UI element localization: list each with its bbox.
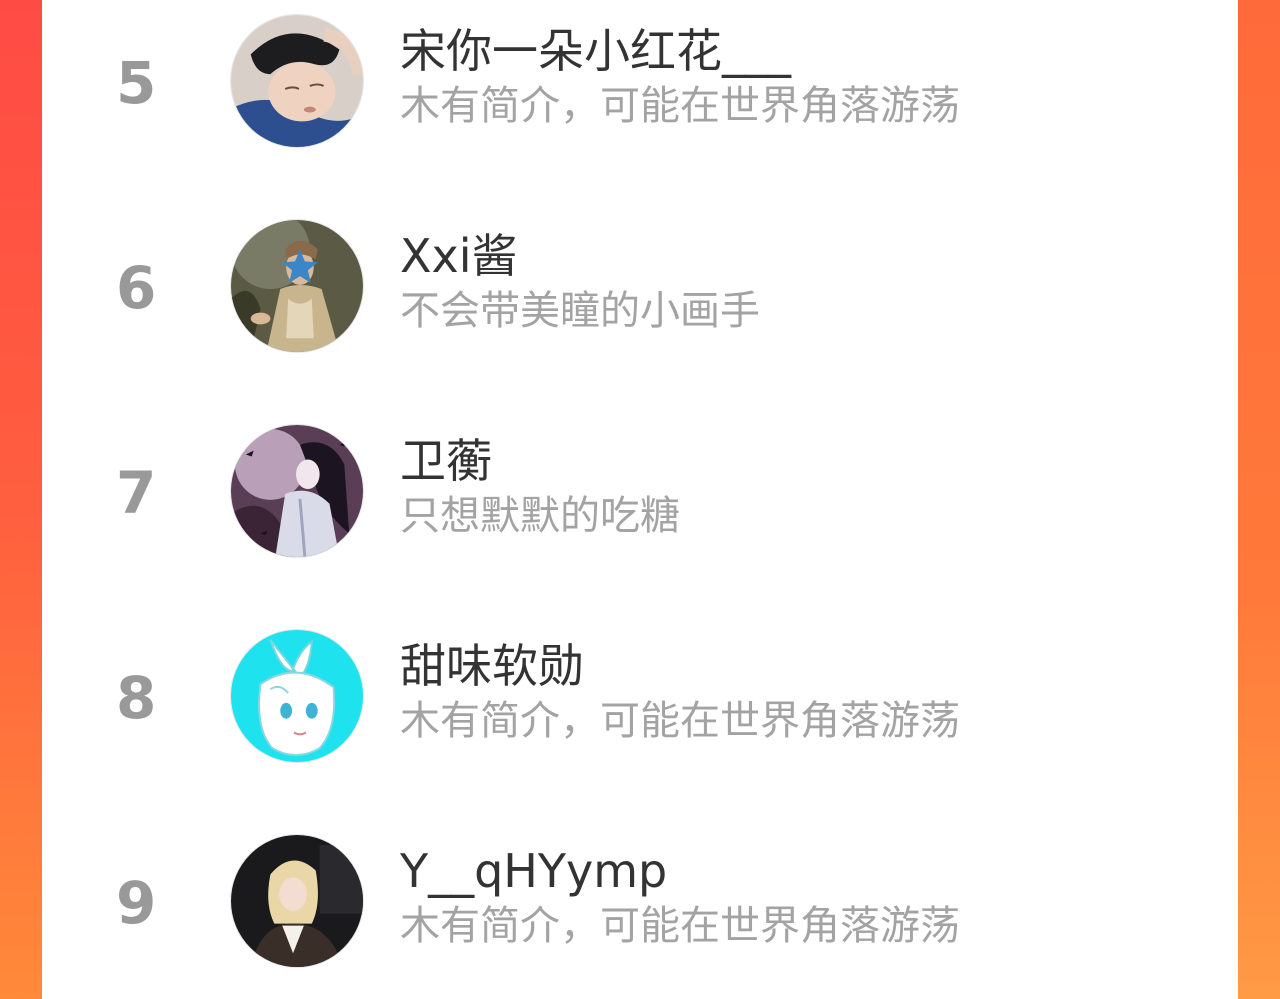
user-bio: 木有简介，可能在世界角落游荡 bbox=[400, 698, 960, 744]
user-name: 卫蘅 bbox=[400, 434, 492, 488]
user-bio: 木有简介，可能在世界角落游荡 bbox=[400, 903, 960, 949]
user-avatar[interactable] bbox=[230, 834, 364, 968]
anime-ancient-costume-man-icon bbox=[231, 425, 363, 557]
ranking-row[interactable]: 7 卫蘅 只想默默的吃糖 bbox=[42, 410, 1238, 615]
rank-number: 8 bbox=[116, 664, 157, 732]
user-avatar[interactable] bbox=[230, 424, 364, 558]
user-avatar[interactable] bbox=[230, 219, 364, 353]
painting-portrait-star-mask-icon bbox=[231, 220, 363, 352]
rank-number: 7 bbox=[116, 459, 157, 527]
ranking-list: 5 宋你一朵小红花___ 木有简介，可能在世界角落游荡 6 Xxi酱 不会带美瞳… bbox=[42, 0, 1238, 999]
user-name: 宋你一朵小红花___ bbox=[400, 24, 791, 78]
background-right-edge bbox=[1238, 0, 1280, 999]
blonde-girl-photo-icon bbox=[231, 835, 363, 967]
user-name: Xxi酱 bbox=[400, 229, 518, 283]
user-bio: 木有简介，可能在世界角落游荡 bbox=[400, 83, 960, 129]
anime-girl-bow-cyan-icon bbox=[231, 630, 363, 762]
user-name: 甜味软勋 bbox=[400, 639, 584, 693]
rank-number: 6 bbox=[116, 254, 157, 322]
ranking-row[interactable]: 9 Y__qHYymp 木有简介，可能在世界角落游荡 bbox=[42, 820, 1238, 999]
user-avatar[interactable] bbox=[230, 629, 364, 763]
user-avatar[interactable] bbox=[230, 14, 364, 148]
user-bio: 只想默默的吃糖 bbox=[400, 493, 680, 539]
user-name: Y__qHYymp bbox=[400, 844, 668, 898]
rank-number: 5 bbox=[116, 49, 157, 117]
ranking-row[interactable]: 8 甜味软勋 木有简介，可能在世界角落游荡 bbox=[42, 615, 1238, 820]
sleeping-boy-photo-icon bbox=[231, 15, 363, 147]
user-bio: 不会带美瞳的小画手 bbox=[400, 288, 760, 334]
ranking-row[interactable]: 5 宋你一朵小红花___ 木有简介，可能在世界角落游荡 bbox=[42, 0, 1238, 205]
ranking-row[interactable]: 6 Xxi酱 不会带美瞳的小画手 bbox=[42, 205, 1238, 410]
rank-number: 9 bbox=[116, 869, 157, 937]
